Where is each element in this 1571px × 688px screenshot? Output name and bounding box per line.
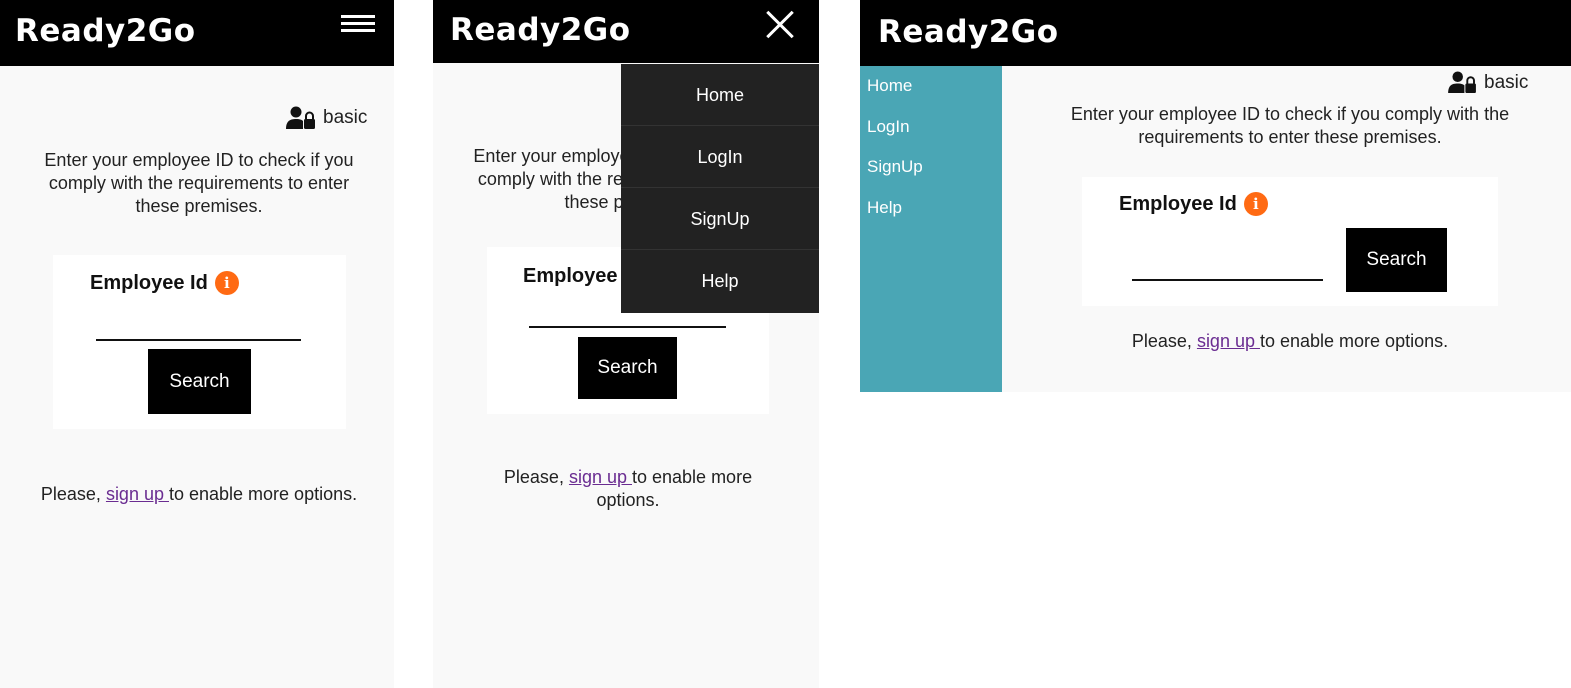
employee-id-input[interactable] — [1132, 255, 1323, 281]
top-navbar: Ready2Go — [433, 0, 819, 63]
menu-item-login[interactable]: LogIn — [621, 126, 819, 188]
sidebar-item-home[interactable]: Home — [860, 66, 1002, 107]
search-button[interactable]: Search — [578, 337, 677, 399]
search-button[interactable]: Search — [1346, 228, 1447, 292]
signup-note-prefix: Please, — [503, 467, 569, 487]
top-navbar: Ready2Go — [0, 0, 394, 66]
user-role-label: basic — [323, 107, 368, 128]
top-navbar: Ready2Go — [860, 0, 1571, 66]
signup-link[interactable]: sign up — [1197, 331, 1260, 351]
menu-item-help[interactable]: Help — [621, 250, 819, 312]
sidebar-item-help[interactable]: Help — [860, 188, 1002, 229]
brand-logo[interactable]: Ready2Go — [15, 12, 196, 50]
search-button[interactable]: Search — [148, 349, 251, 414]
user-role-label: basic — [1484, 71, 1529, 93]
signup-note-suffix: to enable more options. — [1259, 331, 1449, 351]
brand-logo[interactable]: Ready2Go — [878, 13, 1059, 51]
employee-id-label: Employee Id i — [1119, 192, 1268, 216]
employee-search-card: Employee Id i Search — [53, 255, 346, 429]
employee-id-label: Employee Id i — [90, 271, 239, 295]
user-lock-icon — [286, 106, 315, 129]
nav-dropdown-menu: Home LogIn SignUp Help — [621, 64, 819, 313]
menu-item-signup[interactable]: SignUp — [621, 188, 819, 250]
signup-note: Please, sign up to enable more options. — [473, 466, 783, 512]
info-icon[interactable]: i — [1243, 192, 1268, 216]
sidebar-nav: Home LogIn SignUp Help — [860, 66, 1002, 392]
employee-id-label-text: Employee Id — [1119, 192, 1237, 215]
user-badge: basic — [1448, 71, 1528, 94]
sidebar-item-signup[interactable]: SignUp — [860, 147, 1002, 188]
intro-text: Enter your employee ID to check if you c… — [1070, 104, 1510, 147]
employee-id-label-text: Employee Id — [90, 271, 208, 294]
signup-note: Please, sign up to enable more options. — [40, 483, 358, 506]
intro-text: Enter your employee ID to check if you c… — [44, 150, 354, 216]
info-icon[interactable]: i — [214, 271, 239, 295]
brand-logo[interactable]: Ready2Go — [450, 11, 631, 49]
signup-link[interactable]: sign up — [569, 467, 632, 487]
signup-note-prefix: Please, — [1131, 331, 1197, 351]
signup-note-prefix: Please, — [40, 484, 106, 504]
user-lock-icon — [1448, 71, 1476, 94]
employee-id-input[interactable] — [96, 315, 301, 341]
close-icon[interactable] — [765, 10, 795, 40]
user-badge: basic — [286, 106, 367, 130]
menu-item-home[interactable]: Home — [621, 64, 819, 126]
signup-note: Please, sign up to enable more options. — [1052, 330, 1528, 353]
employee-search-card: Employee Id i Search — [1082, 177, 1498, 306]
desktop-view: Ready2Go Home LogIn SignUp Help basic En… — [860, 0, 1571, 392]
signup-link[interactable]: sign up — [106, 484, 169, 504]
mobile-view-menu-open: Ready2Go Enter your employee ID to check… — [433, 0, 819, 688]
mobile-view-menu-closed: Ready2Go basic Enter your employee ID to… — [0, 0, 394, 688]
hamburger-icon[interactable] — [341, 15, 375, 35]
signup-note-suffix: to enable more options. — [168, 484, 358, 504]
sidebar-item-login[interactable]: LogIn — [860, 107, 1002, 148]
